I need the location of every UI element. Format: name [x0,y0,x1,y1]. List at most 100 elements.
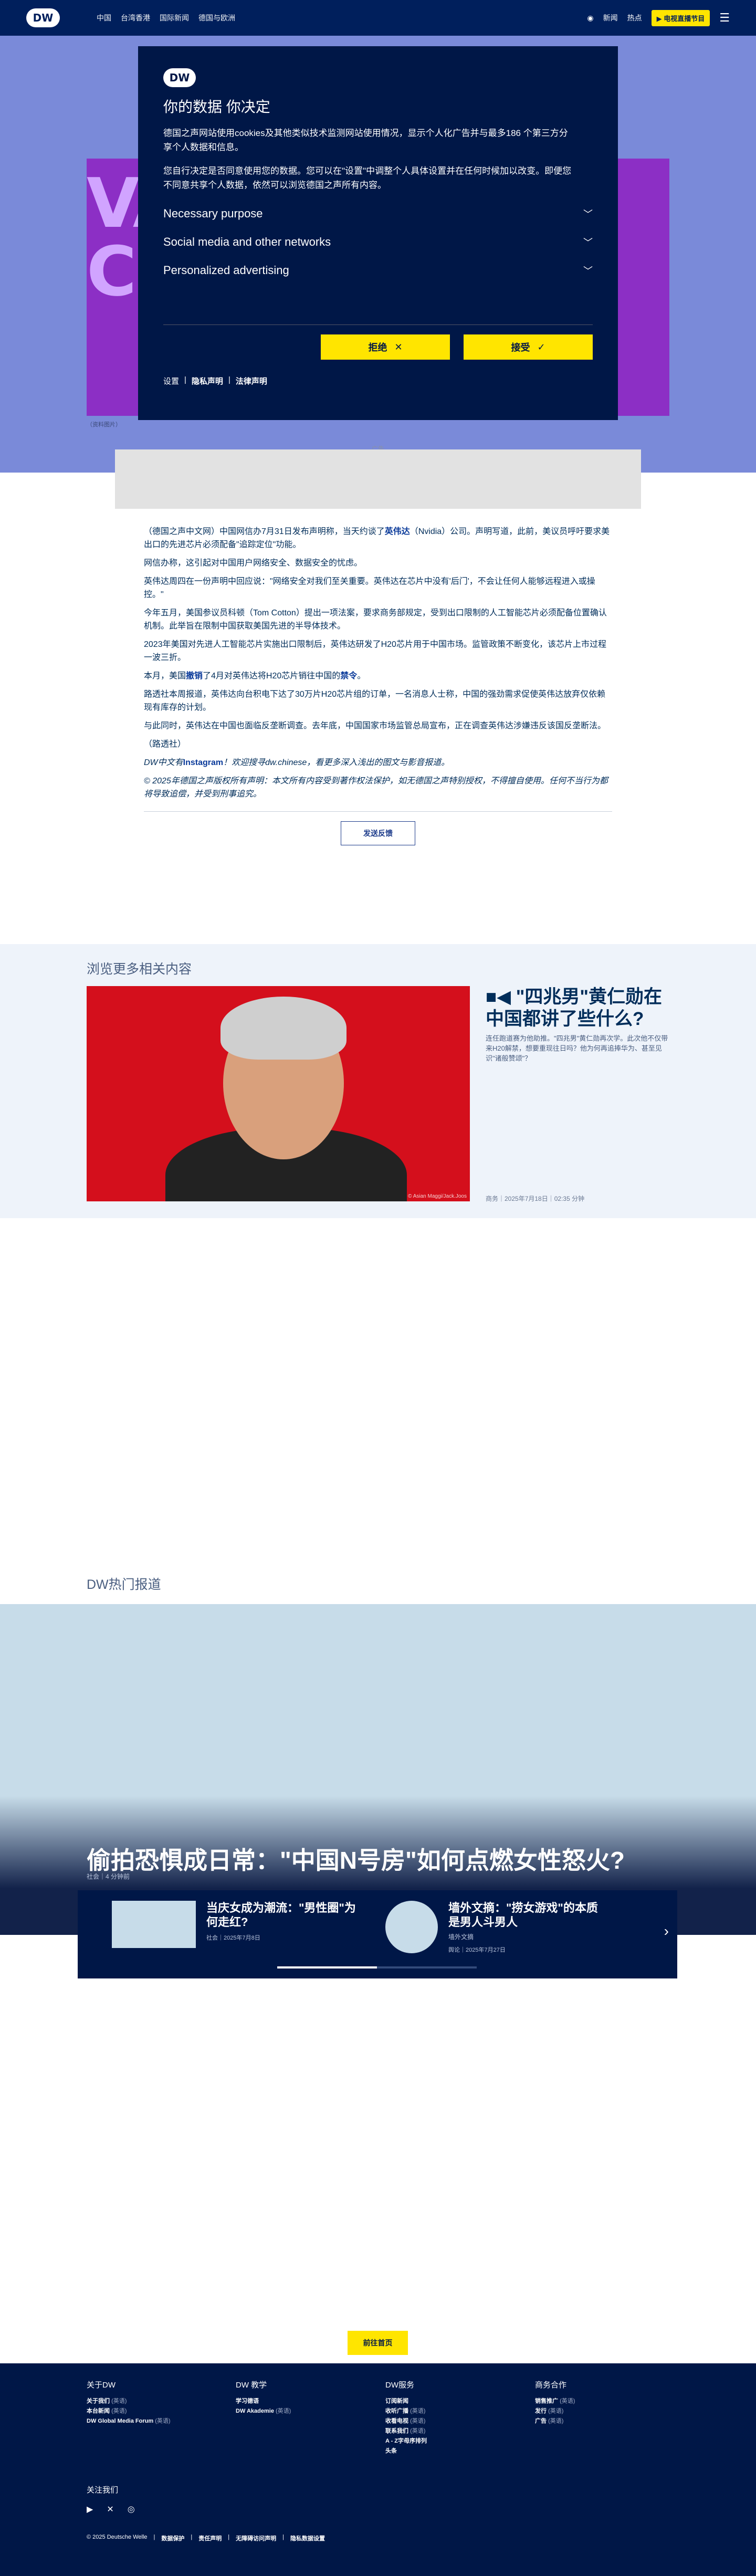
footer-link[interactable]: 联系我们 (英语) [385,2426,517,2436]
instagram-link[interactable]: Instagram [183,758,223,767]
footer-bottom-link[interactable]: 无障碍访问声明 [236,2534,276,2542]
text: 头条 [385,2448,397,2454]
lang-tag: (英语) [548,2408,564,2414]
hero-caption: （资料图片） [87,422,121,428]
copyright: © 2025 Deutsche Welle [87,2534,148,2540]
consent-text-1: 德国之声网站使用cookies及其他类似技术监测网站使用情况，显示个人化广告并与… [163,128,568,152]
related-image[interactable]: © Asian Maggi/Jack.Joos [87,986,470,1201]
consent-row-necessary[interactable]: Necessary purpose ﹀ [163,207,593,221]
chevron-down-icon: ﹀ [583,209,593,219]
reject-button[interactable]: 拒绝 ✕ [321,334,450,360]
text: DW Akademie [236,2408,274,2414]
footer: 关于DW 关于我们 (英语) 本台新闻 (英语) DW Global Media… [0,2363,756,2576]
link-ban[interactable]: 禁令 [340,672,357,680]
footer-link[interactable]: 订阅新闻 [385,2396,517,2406]
live-tv-label: 电视直播节目 [664,14,705,23]
divider: | [191,2534,193,2540]
legal-link[interactable]: 法律声明 [236,375,267,386]
footer-link[interactable]: 头条 [385,2446,517,2456]
nav-item-taiwan-hongkong[interactable]: 台湾香港 [121,13,150,23]
related-title: 浏览更多相关内容 [87,962,192,977]
top-nav-bar: DW 中国 台湾香港 国际新闻 德国与欧洲 ◉ 新闻 热点 ▶ 电视直播节目 ☰ [0,0,756,36]
text: DW中文有 [144,758,183,767]
nav-item-china[interactable]: 中国 [97,13,111,23]
footer-col-title: DW 教学 [236,2381,267,2390]
text: （德国之声中文网）中国网信办7月31日发布声明称，当天约谈了 [144,527,385,536]
lang-tag: (英语) [410,2408,426,2414]
lang-tag: (英语) [548,2418,564,2424]
dw-logo[interactable]: DW [26,8,60,27]
text: 收听广播 [385,2408,408,2414]
footer-link[interactable]: 收看电视 (英语) [385,2416,517,2426]
lang-tag: (英语) [276,2408,291,2414]
lang-tag: (英语) [410,2428,426,2434]
video-icon: ■◀ [486,987,516,1007]
footer-link[interactable]: DW Global Media Forum (英语) [87,2416,218,2426]
text: 学习德语 [236,2398,259,2404]
youtube-icon[interactable]: ▶ [87,2504,93,2515]
header-right: ◉ 新闻 热点 ▶ 电视直播节目 ☰ [587,9,730,26]
link-nvidia[interactable]: 英伟达 [385,527,410,536]
related-headline[interactable]: ■◀ "四兆男"黄仁勋在中国都讲了些什么? [486,986,675,1030]
header-link-news[interactable]: 新闻 [603,13,618,23]
consent-row-social[interactable]: Social media and other networks ﹀ [163,235,593,249]
consent-buttons: 拒绝 ✕ 接受 ✓ [163,334,593,360]
chevron-right-icon[interactable]: › [664,1923,669,1940]
consent-row-advertising[interactable]: Personalized advertising ﹀ [163,264,593,277]
footer-col-about: 关于DW 关于我们 (英语) 本台新闻 (英语) DW Global Media… [87,2379,218,2426]
footer-link[interactable]: 销售推广 (英语) [535,2396,666,2406]
live-tv-button[interactable]: ▶ 电视直播节目 [651,9,710,26]
home-button[interactable]: 前往首页 [348,2331,408,2355]
translate-icon[interactable]: ◉ [587,14,593,23]
text: DW Global Media Forum [87,2418,154,2424]
footer-link[interactable]: 本台新闻 (英语) [87,2406,218,2416]
teaser-item[interactable]: 当庆女成为潮流："男性圈"为何走红? 社会｜2025年7月8日 [112,1901,364,1948]
instagram-icon[interactable]: ◎ [128,2504,135,2515]
footer-bottom-link[interactable]: 隐私数据设置 [290,2534,325,2542]
footer-link[interactable]: 学习德语 [236,2396,367,2406]
divider: | [228,2534,230,2540]
teaser-item[interactable]: 墙外文摘："捞女游戏"的本质是男人斗男人 墙外文摘 舆论｜2025年7月27日 [385,1901,606,1954]
footer-link[interactable]: 广告 (英语) [535,2416,666,2426]
text: 收看电视 [385,2418,408,2424]
hot-hero[interactable]: 偷拍恐惧成日常："中国N号房"如何点燃女性怒火? 社会｜4 分钟前 [0,1604,756,1935]
hot-title: DW热门报道 [87,1577,161,1592]
text: 关于我们 [87,2398,110,2404]
hot-meta: 社会｜4 分钟前 [87,1873,130,1880]
lang-tag: (英语) [111,2408,127,2414]
nav-item-international[interactable]: 国际新闻 [160,13,189,23]
link-revoke[interactable]: 撤销 [186,672,203,680]
text: 广告 [535,2418,547,2424]
footer-col-learn: DW 教学 学习德语 DW Akademie (英语) [236,2379,367,2416]
chevron-down-icon: ﹀ [583,237,593,248]
ad-slot [115,449,641,509]
teaser-sub: 墙外文摘 [448,1933,474,1941]
footer-bottom-link[interactable]: 数据保护 [161,2534,184,2542]
close-icon: ✕ [394,341,403,352]
footer-link[interactable]: A - Z字母序排列 [385,2436,517,2446]
consent-text-2: 您自行决定是否同意使用您的数据。您可以在"设置"中调整个人具体设置并在任何时候加… [163,166,572,190]
article-paragraph: （路透社） [144,740,186,749]
footer-link[interactable]: 发行 (英语) [535,2406,666,2416]
teaser-title: 墙外文摘："捞女游戏"的本质是男人斗男人 [448,1901,598,1929]
privacy-link[interactable]: 隐私声明 [192,375,223,386]
consent-divider [163,324,593,325]
article-paragraph: 今年五月，美国参议员科顿（Tom Cotton）提出一项法案，要求商务部规定，受… [144,609,607,631]
consent-links: 设置 | 隐私声明 | 法律声明 [163,375,593,386]
lang-tag: (英语) [111,2398,127,2404]
footer-link[interactable]: DW Akademie (英语) [236,2406,367,2416]
text: ！欢迎搜寻dw.chinese，看更多深入浅出的图文与影音报道。 [223,758,450,767]
footer-link[interactable]: 关于我们 (英语) [87,2396,218,2406]
hamburger-icon[interactable]: ☰ [719,11,730,25]
header-link-hot[interactable]: 热点 [627,13,642,23]
nav-item-germany-europe[interactable]: 德国与欧洲 [198,13,235,23]
article-paragraph: 与此同时，英伟达在中国也面临反垄断调查。去年底，中国国家市场监管总局宣布，正在调… [144,721,606,730]
footer-link[interactable]: 收听广播 (英语) [385,2406,517,2416]
footer-bottom-link[interactable]: 责任声明 [198,2534,222,2542]
settings-link[interactable]: 设置 [163,375,179,386]
accept-button[interactable]: 接受 ✓ [464,334,593,360]
x-icon[interactable]: ✕ [107,2504,113,2515]
lang-tag: (英语) [410,2418,426,2424]
feedback-button[interactable]: 发送反馈 [341,821,415,845]
hot-headline[interactable]: 偷拍恐惧成日常："中国N号房"如何点燃女性怒火? [87,1841,625,1876]
